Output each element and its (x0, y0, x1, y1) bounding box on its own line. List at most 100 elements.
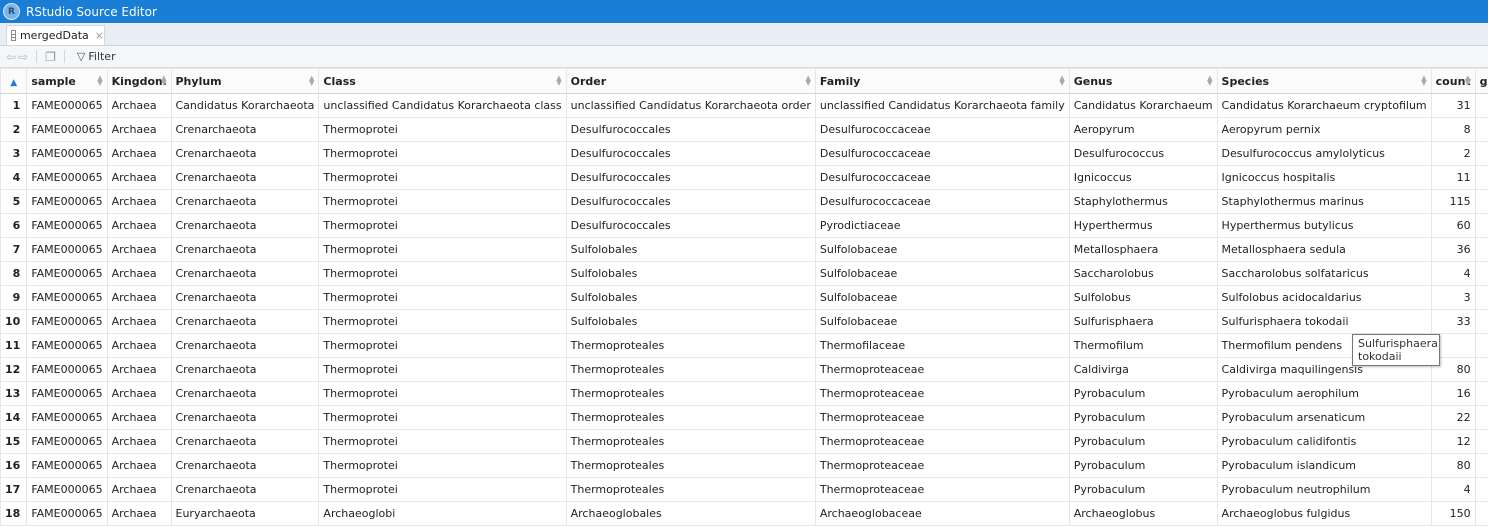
row-number[interactable]: 2 (0, 117, 28, 142)
cell-order[interactable]: Desulfurococcales (565, 165, 816, 190)
cell-phylum[interactable]: Euryarchaeota (170, 501, 320, 526)
cell-kingdom[interactable]: Archaea (106, 165, 172, 190)
cell-sample[interactable]: FAME000065 (26, 165, 108, 190)
cell-phylum[interactable]: Crenarchaeota (170, 357, 320, 382)
cell-genus[interactable]: Candidatus Korarchaeum (1068, 93, 1218, 118)
cell-count[interactable]: 4 (1430, 261, 1476, 286)
row-number[interactable]: 11 (0, 333, 28, 358)
cell-order[interactable]: Sulfolobales (565, 309, 816, 334)
cell-group[interactable]: 1 (1474, 237, 1488, 262)
cell-class[interactable]: Thermoprotei (318, 237, 567, 262)
cell-kingdom[interactable]: Archaea (106, 213, 172, 238)
cell-family[interactable]: Thermoproteaceae (814, 429, 1070, 454)
column-header-class[interactable]: Class ▲ ▼ (318, 68, 567, 94)
cell-group[interactable]: 1 (1474, 261, 1488, 286)
cell-species[interactable]: Pyrobaculum neutrophilum (1216, 477, 1432, 502)
cell-family[interactable]: Pyrodictiaceae (814, 213, 1070, 238)
cell-count[interactable]: 36 (1430, 237, 1476, 262)
cell-group[interactable]: 1 (1474, 93, 1488, 118)
row-number[interactable]: 4 (0, 165, 28, 190)
cell-kingdom[interactable]: Archaea (106, 141, 172, 166)
column-header-kingdom[interactable]: Kingdom ▲ ▼ (106, 68, 172, 94)
row-number[interactable]: 14 (0, 405, 28, 430)
sort-icon[interactable]: ▲ ▼ (309, 75, 314, 87)
cell-sample[interactable]: FAME000065 (26, 189, 108, 214)
sort-icon[interactable]: ▲ ▼ (1207, 75, 1212, 87)
sort-icon[interactable]: ▲ ▼ (161, 75, 166, 87)
cell-phylum[interactable]: Crenarchaeota (170, 213, 320, 238)
filter-icon[interactable]: ▽ (77, 50, 85, 63)
cell-kingdom[interactable]: Archaea (106, 357, 172, 382)
cell-sample[interactable]: FAME000065 (26, 93, 108, 118)
cell-genus[interactable]: Pyrobaculum (1068, 405, 1218, 430)
cell-count[interactable]: 31 (1430, 93, 1476, 118)
row-number[interactable]: 5 (0, 189, 28, 214)
cell-order[interactable]: Thermoproteales (565, 381, 816, 406)
column-header-count[interactable]: count ▲ ▼ (1430, 68, 1476, 94)
cell-class[interactable]: Thermoprotei (318, 357, 567, 382)
cell-phylum[interactable]: Crenarchaeota (170, 261, 320, 286)
cell-species[interactable]: Metallosphaera sedula (1216, 237, 1432, 262)
cell-genus[interactable]: Pyrobaculum (1068, 453, 1218, 478)
cell-species[interactable]: Pyrobaculum calidifontis (1216, 429, 1432, 454)
cell-class[interactable]: Thermoprotei (318, 429, 567, 454)
cell-kingdom[interactable]: Archaea (106, 501, 172, 526)
cell-species[interactable]: Aeropyrum pernix (1216, 117, 1432, 142)
cell-group[interactable]: 1 (1474, 165, 1488, 190)
popout-window-icon[interactable]: ❐ (45, 50, 56, 64)
cell-family[interactable]: Desulfurococcaceae (814, 141, 1070, 166)
cell-species[interactable]: Ignicoccus hospitalis (1216, 165, 1432, 190)
cell-species[interactable]: Sulfolobus acidocaldarius (1216, 285, 1432, 310)
cell-class[interactable]: Thermoprotei (318, 141, 567, 166)
row-number[interactable]: 15 (0, 429, 28, 454)
cell-genus[interactable]: Hyperthermus (1068, 213, 1218, 238)
cell-group[interactable]: 1 (1474, 141, 1488, 166)
row-number[interactable]: 6 (0, 213, 28, 238)
cell-family[interactable]: Desulfurococcaceae (814, 117, 1070, 142)
column-header-group[interactable]: group▲▼ (1474, 68, 1488, 94)
cell-species[interactable]: Saccharolobus solfataricus (1216, 261, 1432, 286)
cell-class[interactable]: Thermoprotei (318, 453, 567, 478)
cell-sample[interactable]: FAME000065 (26, 429, 108, 454)
cell-group[interactable]: 1 (1474, 309, 1488, 334)
cell-sample[interactable]: FAME000065 (26, 261, 108, 286)
cell-kingdom[interactable]: Archaea (106, 477, 172, 502)
cell-class[interactable]: Thermoprotei (318, 261, 567, 286)
cell-class[interactable]: Thermoprotei (318, 381, 567, 406)
cell-count[interactable]: 33 (1430, 309, 1476, 334)
cell-phylum[interactable]: Crenarchaeota (170, 477, 320, 502)
cell-sample[interactable]: FAME000065 (26, 405, 108, 430)
cell-genus[interactable]: Caldivirga (1068, 357, 1218, 382)
cell-kingdom[interactable]: Archaea (106, 93, 172, 118)
cell-family[interactable]: Thermoproteaceae (814, 381, 1070, 406)
row-number[interactable]: 9 (0, 285, 28, 310)
cell-order[interactable]: Thermoproteales (565, 453, 816, 478)
cell-kingdom[interactable]: Archaea (106, 285, 172, 310)
column-header-family[interactable]: Family ▲ ▼ (814, 68, 1070, 94)
cell-group[interactable]: 1 (1474, 429, 1488, 454)
cell-order[interactable]: Archaeoglobales (565, 501, 816, 526)
cell-family[interactable]: unclassified Candidatus Korarchaeota fam… (814, 93, 1070, 118)
cell-phylum[interactable]: Crenarchaeota (170, 453, 320, 478)
column-header-order[interactable]: Order ▲ ▼ (565, 68, 816, 94)
cell-family[interactable]: Thermoproteaceae (814, 405, 1070, 430)
cell-family[interactable]: Sulfolobaceae (814, 261, 1070, 286)
cell-species[interactable]: Pyrobaculum aerophilum (1216, 381, 1432, 406)
cell-genus[interactable]: Saccharolobus (1068, 261, 1218, 286)
cell-group[interactable]: 1 (1474, 117, 1488, 142)
row-number[interactable]: 13 (0, 381, 28, 406)
cell-kingdom[interactable]: Archaea (106, 309, 172, 334)
cell-family[interactable]: Sulfolobaceae (814, 309, 1070, 334)
cell-class[interactable]: Thermoprotei (318, 165, 567, 190)
cell-family[interactable]: Desulfurococcaceae (814, 165, 1070, 190)
cell-class[interactable]: Thermoprotei (318, 309, 567, 334)
cell-count[interactable]: 22 (1430, 405, 1476, 430)
cell-sample[interactable]: FAME000065 (26, 213, 108, 238)
cell-species[interactable]: Pyrobaculum arsenaticum (1216, 405, 1432, 430)
cell-order[interactable]: Sulfolobales (565, 237, 816, 262)
cell-count[interactable]: 150 (1430, 501, 1476, 526)
row-number[interactable]: 12 (0, 357, 28, 382)
cell-class[interactable]: Thermoprotei (318, 117, 567, 142)
close-icon[interactable]: × (95, 29, 104, 42)
cell-sample[interactable]: FAME000065 (26, 501, 108, 526)
